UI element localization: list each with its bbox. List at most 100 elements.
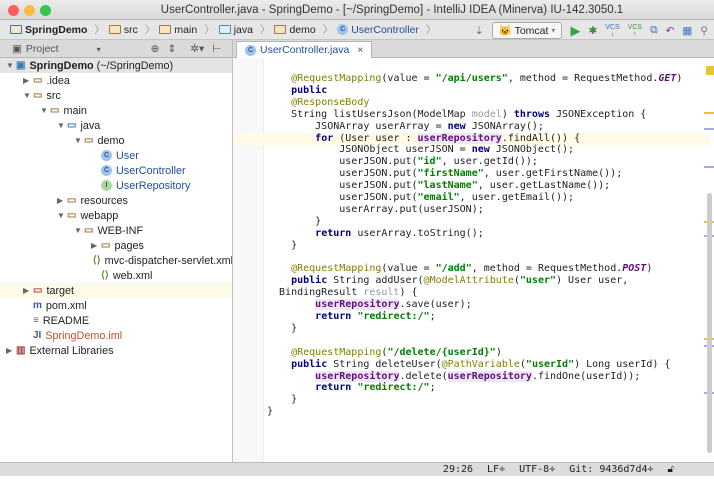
code-token: public: [291, 358, 328, 370]
tab-usercontroller[interactable]: C UserController.java ×: [236, 41, 373, 58]
tree-item[interactable]: ▼ ▭ WEB-INF: [0, 223, 232, 238]
code-token: throws: [513, 108, 550, 120]
code-token: "/api/users": [435, 73, 508, 84]
run-config-select[interactable]: 🐱 Tomcat ▾: [491, 22, 563, 39]
breadcrumb-main[interactable]: main 〉: [159, 22, 215, 37]
expanded-arrow-icon[interactable]: ▼: [6, 61, 16, 70]
collapsed-arrow-icon[interactable]: ▶: [23, 76, 33, 85]
code-line: userArray.put(userJSON);: [267, 204, 707, 216]
code-token: return: [315, 382, 352, 394]
vertical-scrollbar[interactable]: [707, 193, 712, 453]
tree-item[interactable]: ▼ ▭ demo: [0, 133, 232, 148]
tomcat-icon: 🐱: [498, 25, 512, 37]
code-line: }: [267, 240, 707, 252]
package-icon: ▭: [84, 135, 94, 146]
collapsed-arrow-icon[interactable]: ▶: [6, 346, 16, 355]
code-line: public String deleteUser(@PathVariable("…: [267, 359, 707, 371]
code-line: return "redirect:/";: [267, 382, 707, 394]
debug-icon[interactable]: ✱: [588, 25, 597, 37]
tree-item[interactable]: ▶ ▭ .idea: [0, 73, 232, 88]
usage-marker[interactable]: [704, 166, 714, 168]
line-separator-select[interactable]: LF÷: [487, 464, 505, 475]
code-line: }: [267, 323, 707, 335]
tree-item-label: pages: [114, 239, 144, 252]
gear-icon[interactable]: ✲▾: [190, 43, 204, 55]
collapse-icon[interactable]: ⇕: [167, 43, 176, 55]
folder-red-icon: ▭: [33, 285, 43, 296]
project-view-select[interactable]: Project: [26, 43, 59, 55]
collapsed-arrow-icon[interactable]: ▶: [23, 286, 33, 295]
expanded-arrow-icon[interactable]: ▼: [57, 121, 67, 130]
tree-item-label: README: [42, 314, 90, 327]
inspection-status-icon[interactable]: [706, 66, 714, 75]
expanded-arrow-icon[interactable]: ▼: [40, 106, 50, 115]
locate-icon[interactable]: ⊕: [151, 43, 160, 55]
breadcrumb-java[interactable]: java 〉: [218, 22, 270, 37]
tree-item-label: main: [63, 104, 87, 117]
tree-item[interactable]: C UserController: [0, 163, 232, 178]
code-token: JSONObject userJSON =: [267, 144, 472, 156]
tree-item[interactable]: m pom.xml: [0, 298, 232, 313]
chevron-down-icon[interactable]: ▾: [97, 45, 101, 54]
tree-item[interactable]: JI SpringDemo.iml: [0, 328, 232, 343]
code-token: userRepository: [315, 370, 400, 382]
code-editor[interactable]: @RequestMapping(value = "/api/users", me…: [234, 58, 714, 462]
tree-item[interactable]: ▶ ▭ pages: [0, 238, 232, 253]
code-line: BindingResult result) {: [267, 287, 707, 299]
tree-item[interactable]: I UserRepository: [0, 178, 232, 193]
vcs-commit-icon[interactable]: VCS ↑: [628, 24, 642, 38]
code-line: userJSON.put("email", user.getEmail());: [267, 192, 707, 204]
run-icon[interactable]: ▶: [570, 23, 580, 39]
breadcrumb-src[interactable]: src 〉: [108, 22, 155, 37]
tree-item[interactable]: ≡ README: [0, 313, 232, 328]
lock-icon[interactable]: 🔓︎: [668, 464, 674, 475]
tree-item[interactable]: ⟨⟩ mvc-dispatcher-servlet.xml: [0, 253, 232, 268]
sort-icon[interactable]: ⇣: [475, 25, 484, 37]
code-line: public: [267, 85, 707, 97]
code-token: , user.getLastName());: [477, 180, 611, 192]
structure-icon[interactable]: ▦: [682, 25, 692, 37]
tree-item[interactable]: C User: [0, 148, 232, 163]
code-line: @RequestMapping("/delete/{userId}"): [267, 347, 707, 359]
code-line: userRepository.save(user);: [267, 299, 707, 311]
collapsed-arrow-icon[interactable]: ▶: [91, 241, 101, 250]
xml-icon: ⟨⟩: [101, 270, 109, 281]
code-line: JSONArray userArray = new JSONArray();: [267, 121, 707, 133]
expanded-arrow-icon[interactable]: ▼: [74, 226, 84, 235]
breadcrumb-usercontroller[interactable]: C UserController 〉: [337, 22, 436, 37]
expanded-arrow-icon[interactable]: ▼: [74, 136, 84, 145]
tree-item[interactable]: ▼ ▭ webapp: [0, 208, 232, 223]
tree-item-label: resources: [80, 194, 128, 207]
usage-marker[interactable]: [704, 128, 714, 130]
breadcrumb-demo[interactable]: demo 〉: [274, 22, 333, 37]
tree-item[interactable]: ⟨⟩ web.xml: [0, 268, 232, 283]
tree-item[interactable]: ▼ ▣ SpringDemo (~/SpringDemo): [0, 58, 232, 73]
tree-item[interactable]: ▶ ▭ target: [0, 283, 232, 298]
folder-icon: [159, 25, 172, 34]
vcs-update-icon[interactable]: VCS ↓: [605, 24, 619, 38]
expanded-arrow-icon[interactable]: ▼: [23, 91, 33, 100]
compare-icon[interactable]: ⧉: [650, 24, 658, 37]
code-token: JSONArray();: [465, 120, 544, 132]
tree-item[interactable]: ▼ ▭ main: [0, 103, 232, 118]
caret-position[interactable]: 29:26: [443, 464, 473, 475]
collapsed-arrow-icon[interactable]: ▶: [57, 196, 67, 205]
title-bar: UserController.java - SpringDemo - [~/Sp…: [0, 0, 714, 20]
close-tab-icon[interactable]: ×: [357, 44, 363, 56]
hide-panel-icon[interactable]: ⊢: [212, 43, 221, 55]
breadcrumb-project[interactable]: SpringDemo 〉: [10, 22, 105, 37]
tree-item[interactable]: ▶ ▭ resources: [0, 193, 232, 208]
tree-item[interactable]: ▼ ▭ src: [0, 88, 232, 103]
revert-icon[interactable]: ↶: [666, 25, 675, 37]
tree-item[interactable]: ▶ ▥ External Libraries: [0, 343, 232, 358]
encoding-select[interactable]: UTF-8÷: [519, 464, 555, 475]
vcs-branch-select[interactable]: Git: 9436d7d4÷: [569, 464, 653, 475]
warning-marker[interactable]: [704, 112, 714, 114]
expanded-arrow-icon[interactable]: ▼: [57, 211, 67, 220]
search-icon[interactable]: ⚲: [700, 25, 708, 37]
tree-item[interactable]: ▼ ▭ java: [0, 118, 232, 133]
code-token: @RequestMapping: [291, 263, 382, 275]
code-token: userJSON.put(: [267, 156, 418, 168]
